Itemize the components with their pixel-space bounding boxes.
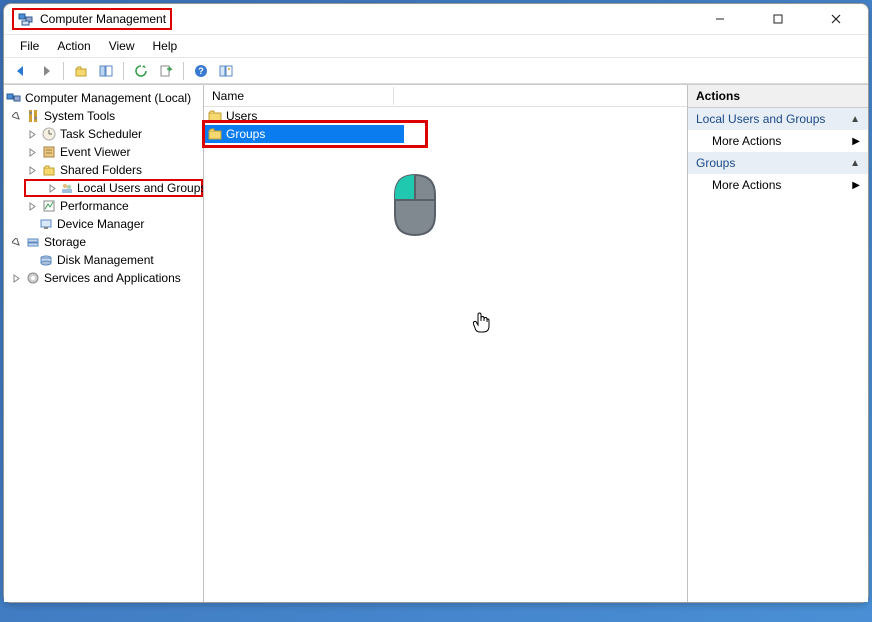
tree-disk-management[interactable]: Disk Management: [4, 251, 203, 269]
forward-button[interactable]: [35, 61, 57, 81]
toolbar-separator: [183, 62, 184, 80]
computer-management-window: Computer Management File Action View Hel…: [3, 3, 869, 603]
collapse-icon[interactable]: ▲: [850, 114, 860, 125]
device-manager-icon: [38, 216, 54, 232]
actions-more-2[interactable]: More Actions ▶: [688, 174, 868, 196]
storage-icon: [25, 234, 41, 250]
shared-folders-icon: [41, 162, 57, 178]
tree-system-tools[interactable]: System Tools: [4, 107, 203, 125]
back-button[interactable]: [10, 61, 32, 81]
tree-storage[interactable]: Storage: [4, 233, 203, 251]
minimize-button[interactable]: [702, 5, 738, 33]
actions-panel: Actions Local Users and Groups ▲ More Ac…: [688, 85, 868, 602]
tree-services-apps[interactable]: Services and Applications: [4, 269, 203, 287]
tree-root-label: Computer Management (Local): [25, 91, 191, 105]
window-title: Computer Management: [40, 12, 166, 26]
expand-icon[interactable]: [10, 274, 22, 283]
collapse-icon[interactable]: ▲: [850, 158, 860, 169]
tree-device-manager[interactable]: Device Manager: [4, 215, 203, 233]
hand-cursor-icon: [472, 312, 490, 339]
expand-icon[interactable]: [10, 112, 22, 121]
disk-management-icon: [38, 252, 54, 268]
actions-group-local-users[interactable]: Local Users and Groups ▲: [688, 108, 868, 130]
expand-icon[interactable]: [10, 238, 22, 247]
list-item-groups[interactable]: Groups: [204, 125, 404, 143]
list-item-users-label: Users: [226, 109, 257, 123]
close-button[interactable]: [818, 5, 854, 33]
window-controls: [702, 5, 860, 33]
list-body[interactable]: Users Groups: [204, 107, 687, 602]
expand-icon[interactable]: [26, 148, 38, 157]
chevron-right-icon: ▶: [852, 136, 860, 147]
mouse-illustration: [390, 170, 440, 240]
tree-local-users-groups-label: Local Users and Groups: [77, 181, 204, 195]
folder-icon: [208, 109, 222, 123]
menu-action[interactable]: Action: [49, 37, 98, 55]
column-name[interactable]: Name: [204, 87, 394, 105]
actions-more1-label: More Actions: [712, 134, 781, 148]
up-button[interactable]: [70, 61, 92, 81]
tree-local-users-groups[interactable]: Local Users and Groups: [24, 179, 203, 197]
chevron-right-icon: ▶: [852, 180, 860, 191]
actions-header: Actions: [688, 85, 868, 108]
actions-more-1[interactable]: More Actions ▶: [688, 130, 868, 152]
show-hide-tree-button[interactable]: [95, 61, 117, 81]
maximize-button[interactable]: [760, 5, 796, 33]
content-area: Computer Management (Local) System Tools: [4, 84, 868, 602]
tree-disk-management-label: Disk Management: [57, 253, 154, 267]
tree-shared-folders-label: Shared Folders: [60, 163, 142, 177]
tree-device-manager-label: Device Manager: [57, 217, 144, 231]
folder-icon: [208, 127, 222, 141]
tree-performance[interactable]: Performance: [4, 197, 203, 215]
help-button[interactable]: ?: [190, 61, 212, 81]
tree-root[interactable]: Computer Management (Local): [4, 89, 203, 107]
actions-group1-label: Local Users and Groups: [696, 112, 825, 126]
expand-icon[interactable]: [48, 184, 57, 193]
event-viewer-icon: [41, 144, 57, 160]
expand-icon[interactable]: [26, 202, 38, 211]
expand-icon[interactable]: [26, 130, 38, 139]
tree-task-scheduler[interactable]: Task Scheduler: [4, 125, 203, 143]
toolbar-separator: [123, 62, 124, 80]
export-button[interactable]: [155, 61, 177, 81]
tree-panel[interactable]: Computer Management (Local) System Tools: [4, 85, 204, 602]
tree-system-tools-label: System Tools: [44, 109, 115, 123]
tree-services-apps-label: Services and Applications: [44, 271, 181, 285]
users-groups-icon: [60, 180, 74, 196]
actions-group-groups[interactable]: Groups ▲: [688, 152, 868, 174]
svg-text:?: ?: [198, 66, 204, 76]
list-item-users[interactable]: Users: [204, 107, 404, 125]
actions-more2-label: More Actions: [712, 178, 781, 192]
toolbar-separator: [63, 62, 64, 80]
properties-button[interactable]: [215, 61, 237, 81]
expand-icon[interactable]: [26, 166, 38, 175]
refresh-button[interactable]: [130, 61, 152, 81]
menubar: File Action View Help: [4, 34, 868, 58]
tree-event-viewer-label: Event Viewer: [60, 145, 130, 159]
tree-task-scheduler-label: Task Scheduler: [60, 127, 142, 141]
clock-icon: [41, 126, 57, 142]
app-icon: [18, 11, 34, 27]
system-tools-icon: [25, 108, 41, 124]
tree-shared-folders[interactable]: Shared Folders: [4, 161, 203, 179]
list-item-groups-label: Groups: [226, 127, 265, 141]
toolbar: ?: [4, 58, 868, 84]
tree-performance-label: Performance: [60, 199, 129, 213]
menu-file[interactable]: File: [12, 37, 47, 55]
performance-icon: [41, 198, 57, 214]
services-apps-icon: [25, 270, 41, 286]
tree-event-viewer[interactable]: Event Viewer: [4, 143, 203, 161]
list-header: Name: [204, 85, 687, 107]
menu-help[interactable]: Help: [145, 37, 186, 55]
list-panel: Name Users Groups: [204, 85, 688, 602]
titlebar: Computer Management: [4, 4, 868, 34]
actions-group2-label: Groups: [696, 156, 735, 170]
title-highlight: Computer Management: [12, 8, 172, 30]
tree-storage-label: Storage: [44, 235, 86, 249]
computer-management-icon: [6, 90, 22, 106]
menu-view[interactable]: View: [101, 37, 143, 55]
